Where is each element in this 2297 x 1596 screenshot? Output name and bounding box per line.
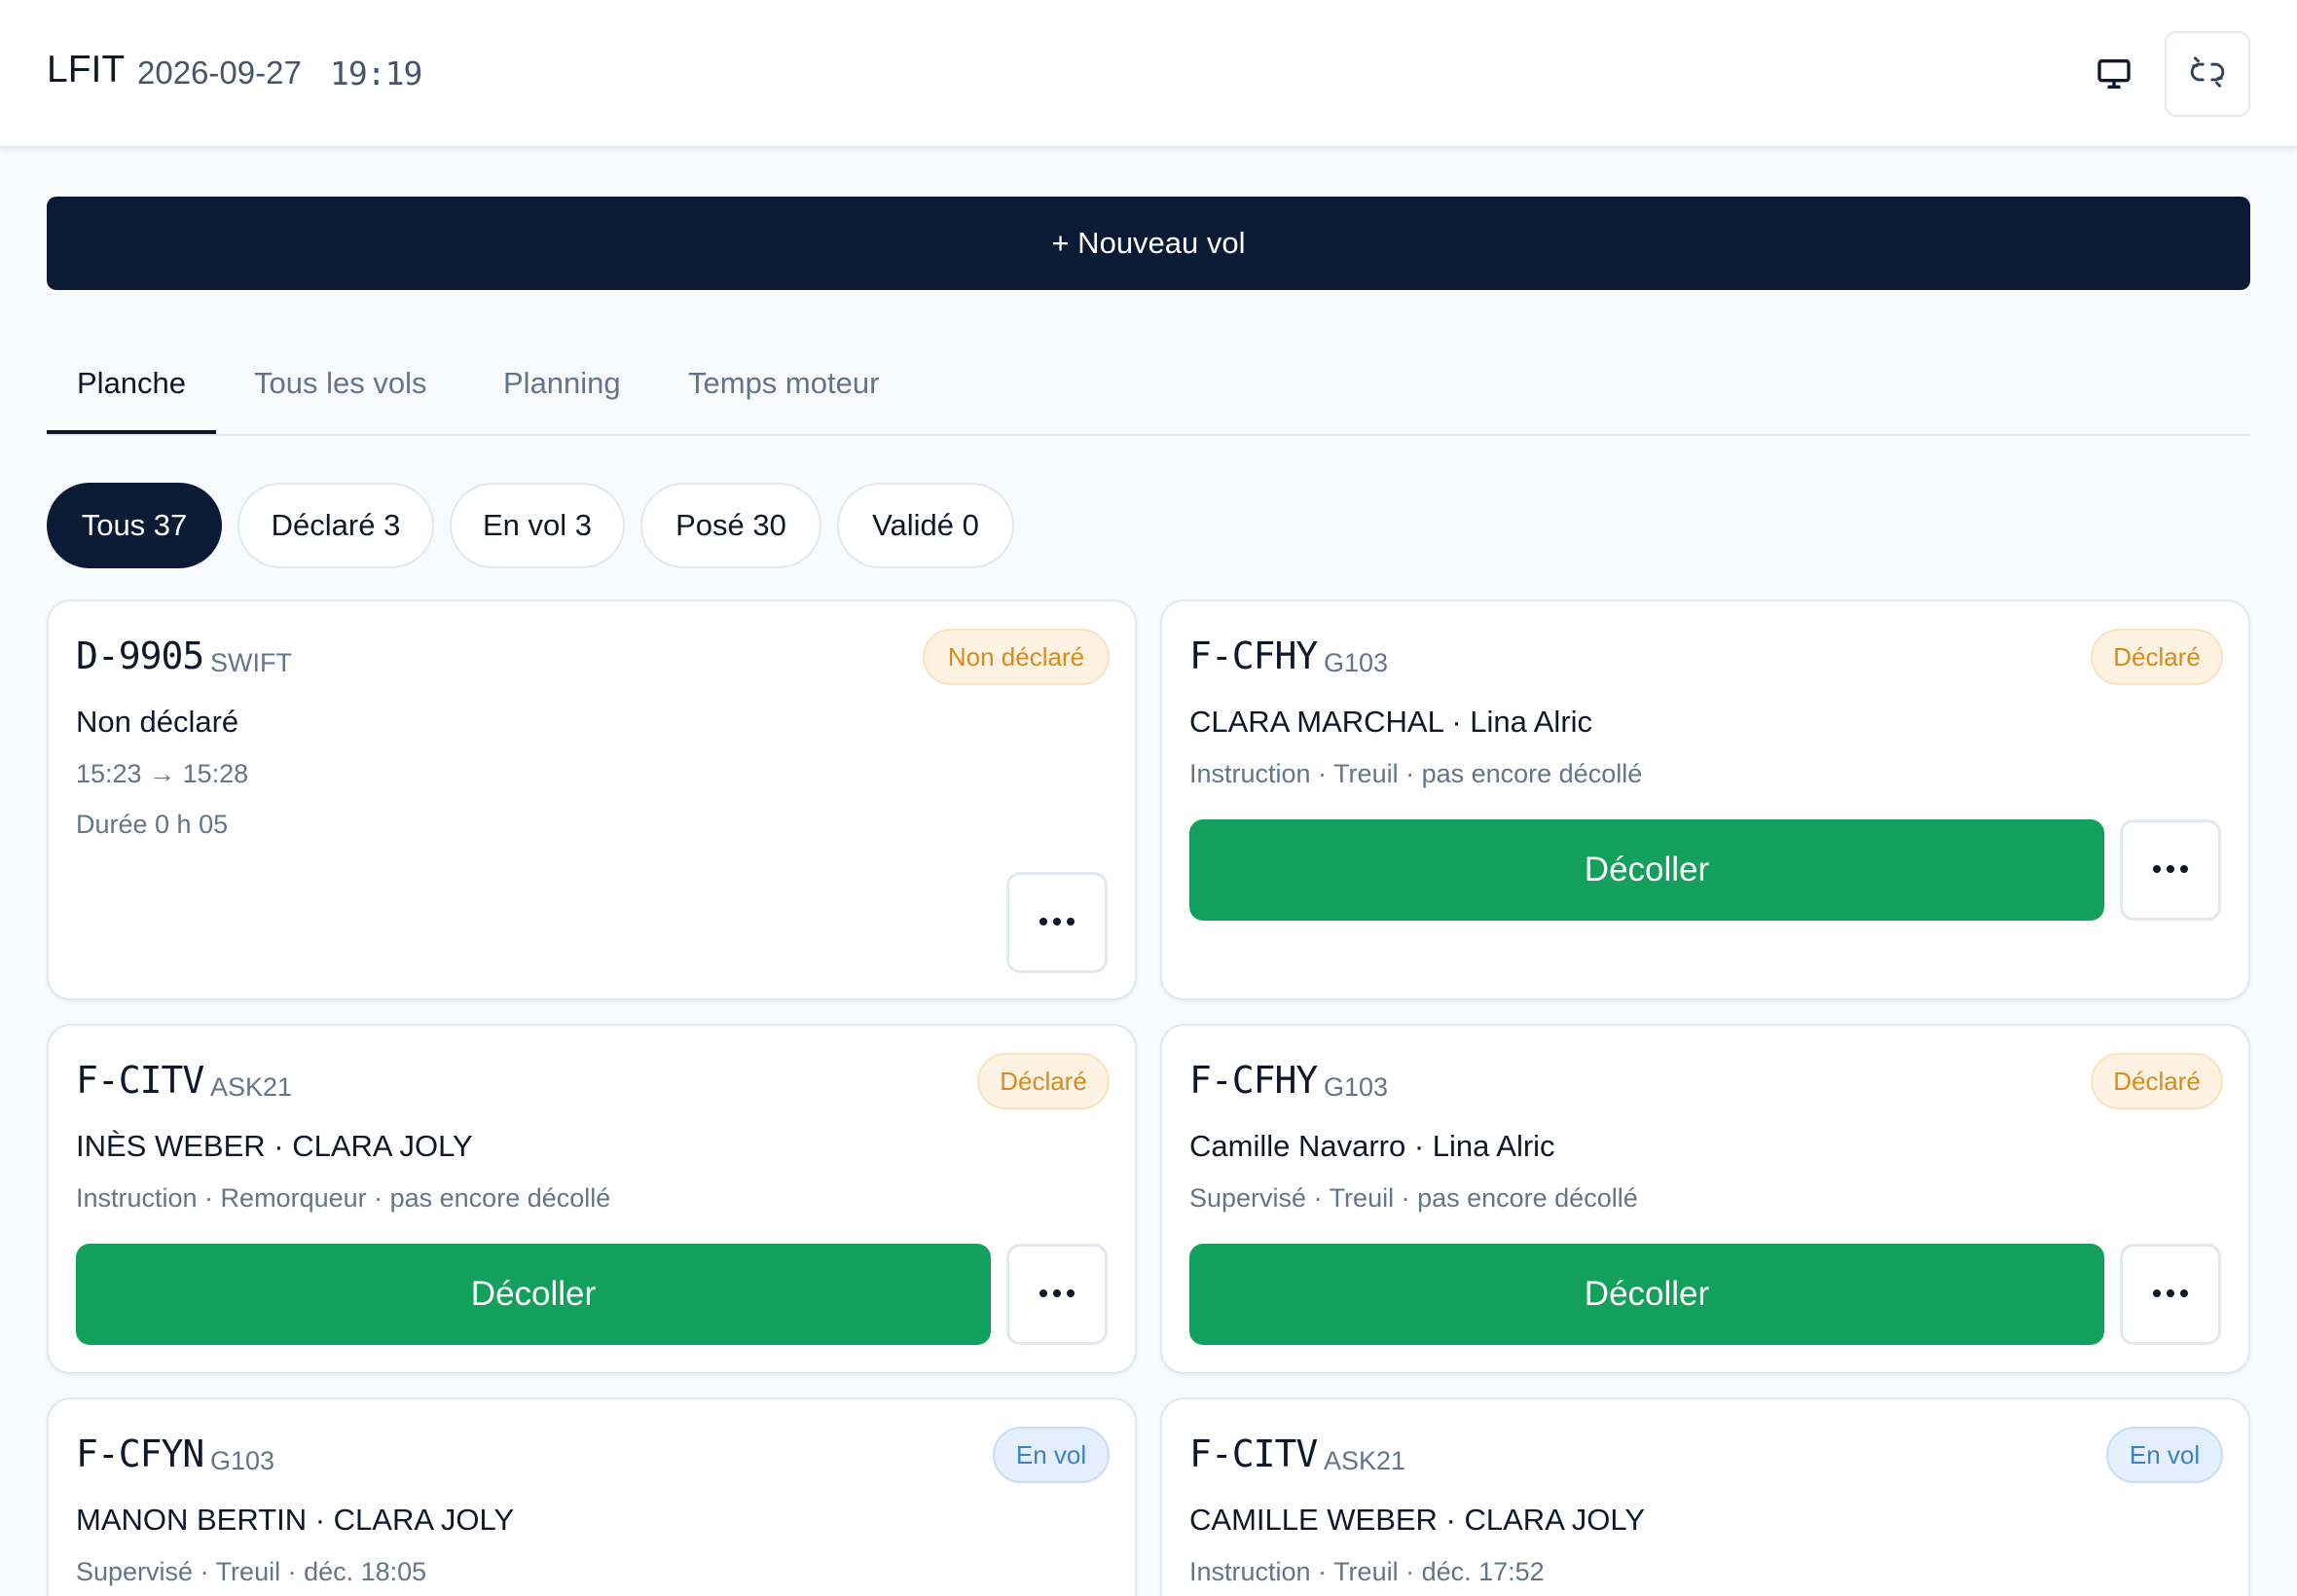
aircraft-registration: F-CITV (1189, 1433, 1318, 1475)
status-badge: En vol (2106, 1427, 2223, 1483)
aircraft-registration: F-CITV (76, 1059, 204, 1102)
more-options-button[interactable] (1006, 872, 1108, 973)
crew-names: INÈS WEBER · CLARA JOLY (76, 1129, 473, 1163)
crew-names: CAMILLE WEBER · CLARA JOLY (1189, 1503, 1645, 1537)
aircraft-registration: F-CFHY (1189, 635, 1318, 677)
flight-details: Supervisé · Treuil · pas encore décollé (1189, 1183, 1638, 1213)
flight-card[interactable]: F-CITV ASK21 En vol CAMILLE WEBER · CLAR… (1160, 1397, 2250, 1596)
flight-details: Supervisé · Treuil · déc. 18:05 (76, 1557, 427, 1586)
flight-times: 15:23 → 15:28 (76, 759, 249, 788)
unlink-button[interactable] (2165, 31, 2250, 117)
crew-names: Non déclaré (76, 705, 239, 739)
status-badge: En vol (993, 1427, 1110, 1483)
crew-names: Camille Navarro · Lina Alric (1189, 1129, 1555, 1163)
aircraft-type: SWIFT (210, 648, 292, 677)
status-badge: Déclaré (977, 1053, 1110, 1109)
aircraft-type: G103 (1324, 648, 1389, 677)
view-tabs: Planche Tous les vols Planning Temps mot… (47, 331, 2250, 436)
tab-planning[interactable]: Planning (503, 366, 621, 401)
status-badge: Déclaré (2091, 629, 2223, 685)
aircraft-registration: D-9905 (76, 635, 204, 677)
flight-card[interactable]: F-CFYN G103 En vol MANON BERTIN · CLARA … (47, 1397, 1137, 1596)
tab-engine-time[interactable]: Temps moteur (688, 366, 879, 401)
takeoff-button[interactable]: Décoller (1189, 1244, 2104, 1345)
active-tab-indicator (47, 430, 216, 434)
new-flight-button[interactable]: + Nouveau vol (47, 197, 2250, 290)
crew-names: CLARA MARCHAL · Lina Alric (1189, 705, 1593, 739)
crew-names: MANON BERTIN · CLARA JOLY (76, 1503, 515, 1537)
takeoff-button[interactable]: Décoller (1189, 819, 2104, 921)
flight-card[interactable]: F-CFHY G103 Déclaré CLARA MARCHAL · Lina… (1160, 599, 2250, 1000)
aircraft-registration: F-CFHY (1189, 1059, 1318, 1102)
filter-in-flight[interactable]: En vol 3 (450, 483, 625, 568)
flight-card[interactable]: F-CFHY G103 Déclaré Camille Navarro · Li… (1160, 1024, 2250, 1374)
aircraft-type: ASK21 (1324, 1446, 1406, 1475)
unlink-icon (2189, 54, 2226, 95)
flight-card[interactable]: F-CITV ASK21 Déclaré INÈS WEBER · CLARA … (47, 1024, 1137, 1374)
ellipsis-icon (1038, 1286, 1076, 1303)
tab-all-flights[interactable]: Tous les vols (254, 366, 426, 401)
aircraft-registration: F-CFYN (76, 1433, 204, 1475)
aircraft-type: G103 (210, 1446, 275, 1475)
tab-planche[interactable]: Planche (77, 366, 186, 401)
current-time: 19:19 (330, 54, 422, 92)
status-badge: Déclaré (2091, 1053, 2223, 1109)
top-bar: LFIT 2026-09-27 19:19 (0, 0, 2297, 148)
ellipsis-icon (1038, 914, 1076, 931)
filter-all[interactable]: Tous 37 (47, 483, 222, 568)
airfield-code: LFIT (47, 49, 126, 91)
flight-card[interactable]: D-9905 SWIFT Non déclaré Non déclaré 15:… (47, 599, 1137, 1000)
flight-duration: Durée 0 h 05 (76, 810, 229, 839)
more-options-button[interactable] (2120, 1244, 2221, 1345)
filter-landed[interactable]: Posé 30 (640, 483, 821, 568)
flight-details: Instruction · Treuil · déc. 17:52 (1189, 1557, 1545, 1586)
status-badge: Non déclaré (923, 629, 1110, 685)
filter-declared[interactable]: Déclaré 3 (237, 483, 434, 568)
current-date: 2026-09-27 (137, 54, 302, 91)
flight-details: Instruction · Remorqueur · pas encore dé… (76, 1183, 611, 1213)
ellipsis-icon (2151, 1286, 2190, 1303)
flight-details: Instruction · Treuil · pas encore décoll… (1189, 759, 1643, 788)
ellipsis-icon (2151, 861, 2190, 879)
more-options-button[interactable] (1006, 1244, 1108, 1345)
more-options-button[interactable] (2120, 819, 2221, 921)
takeoff-button[interactable]: Décoller (76, 1244, 991, 1345)
aircraft-type: ASK21 (210, 1072, 293, 1102)
filter-validated[interactable]: Validé 0 (837, 483, 1014, 568)
aircraft-type: G103 (1324, 1072, 1389, 1102)
monitor-icon[interactable] (2095, 54, 2133, 93)
